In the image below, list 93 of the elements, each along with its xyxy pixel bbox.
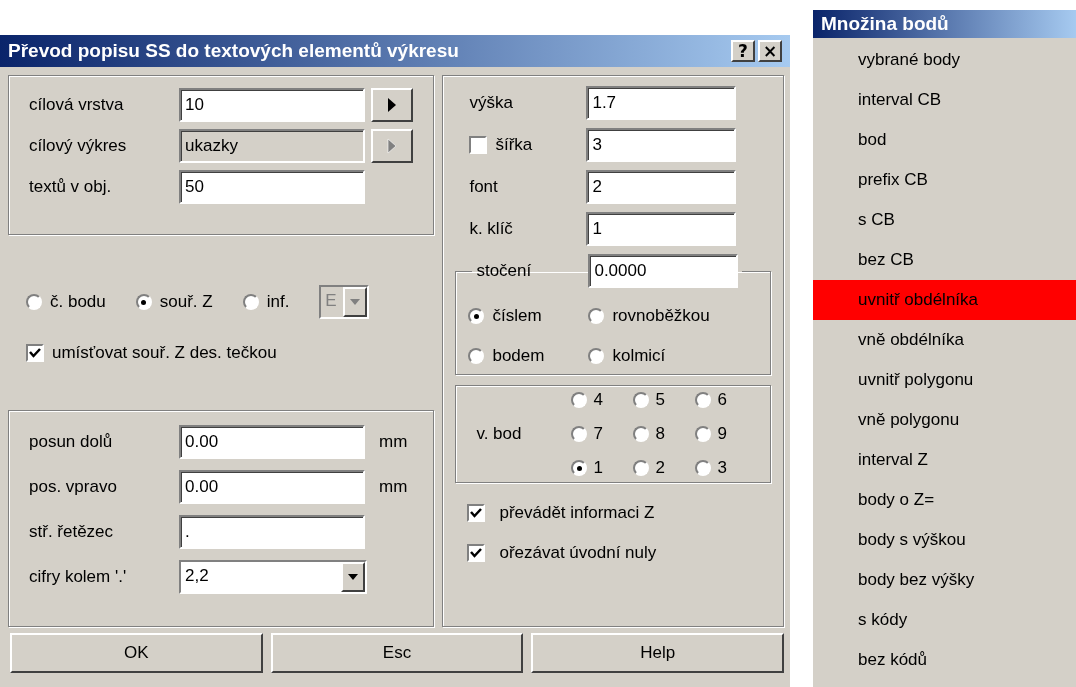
menu-item[interactable]: uvnitř obdélníka (813, 280, 1076, 320)
menu-item[interactable]: body s výškou (813, 520, 1076, 560)
checkbox-label: převádět informaci Z (499, 503, 655, 523)
group-label: v. bod (476, 424, 522, 444)
field-label: cílový výkres (29, 136, 128, 156)
menu-item[interactable]: vně obdélníka (813, 320, 1076, 360)
radio-label: 8 (655, 424, 665, 444)
browse-button[interactable] (371, 88, 413, 122)
close-button[interactable]: × (758, 40, 782, 62)
radio-button[interactable] (588, 348, 605, 364)
radio-label: 1 (593, 458, 603, 478)
field-label: cílová vrstva (29, 95, 125, 115)
field-label: textů v obj. (29, 177, 113, 197)
field-label: font (469, 177, 499, 197)
radio-label: bodem (492, 346, 545, 366)
radio-label: 2 (655, 458, 665, 478)
radio-button[interactable] (695, 460, 712, 476)
help-button[interactable]: ? (731, 40, 755, 62)
input-field[interactable]: 50 (179, 170, 365, 204)
menu-item[interactable]: vně polygonu (813, 400, 1076, 440)
arrow-icon (387, 138, 397, 154)
input-field[interactable]: . (179, 515, 365, 549)
radio-button[interactable] (633, 426, 650, 442)
menu-item[interactable]: prefix CB (813, 160, 1076, 200)
radio-label: 5 (655, 390, 665, 410)
field-label: výška (469, 93, 514, 113)
group-label: stočení (476, 261, 533, 281)
menu-item[interactable]: bez CB (813, 240, 1076, 280)
input-field[interactable]: 10 (179, 88, 365, 122)
radio-button[interactable] (633, 460, 650, 476)
dialog-button[interactable]: OK (10, 633, 263, 673)
input-field[interactable]: 2 (586, 170, 737, 204)
checkbox[interactable] (467, 504, 486, 522)
dialog-button[interactable]: Help (531, 633, 784, 673)
dropdown[interactable]: 2,2 (179, 560, 367, 594)
menu-item[interactable]: bod (813, 120, 1076, 160)
unit-label: mm (379, 432, 408, 452)
input-field[interactable]: 0.00 (179, 470, 365, 504)
menu-item[interactable]: body o Z= (813, 480, 1076, 520)
caret-icon (350, 299, 361, 305)
radio-label: 9 (717, 424, 727, 444)
radio-label: 3 (717, 458, 727, 478)
radio-label: 4 (593, 390, 603, 410)
radio-button[interactable] (242, 294, 259, 310)
input-field[interactable]: 3 (586, 128, 737, 162)
field-label: pos. vpravo (29, 477, 118, 497)
menu-item[interactable]: vybrané body (813, 40, 1076, 80)
window-title: Převod popisu SS do textových elementů výkresu (8, 40, 460, 62)
input-field[interactable]: 1.7 (586, 86, 737, 120)
dialog-button[interactable]: Esc (270, 633, 524, 673)
radio-button[interactable] (695, 426, 712, 442)
radio-label: rovnoběžkou (612, 306, 710, 326)
menu-item[interactable]: s kódy (813, 600, 1076, 640)
field-label: k. klíč (469, 219, 514, 239)
radio-button[interactable] (571, 392, 588, 408)
menu-item[interactable]: interval CB (813, 80, 1076, 120)
radio-label: kolmicí (612, 346, 666, 366)
radio-button[interactable] (135, 294, 152, 310)
field-label: posun dolů (29, 432, 114, 452)
field-label: stř. řetězec (29, 522, 115, 542)
checkbox[interactable] (469, 136, 488, 154)
radio-button[interactable] (588, 308, 605, 324)
radio-label: číslem (492, 306, 542, 326)
caret-icon (348, 574, 358, 580)
radio-button[interactable] (571, 460, 588, 476)
input-field[interactable]: 0.00 (179, 425, 365, 459)
checkbox[interactable] (467, 544, 486, 562)
radio-label: inf. (266, 292, 290, 312)
menu-item[interactable]: s CB (813, 200, 1076, 240)
input-field[interactable]: 0.0000 (588, 254, 739, 288)
checkbox-label: umísťovat souř. Z des. tečkou (52, 343, 277, 363)
menu-title: Množina bodů (813, 10, 1076, 38)
arrow-icon (387, 97, 397, 113)
field-label: cifry kolem '.' (29, 567, 128, 587)
checkbox-label: ořezávat úvodní nuly (499, 543, 657, 563)
menu-item[interactable]: interval Z (813, 440, 1076, 480)
input-field[interactable]: 1 (586, 212, 737, 246)
menu-item[interactable]: uvnitř polygonu (813, 360, 1076, 400)
menu-item[interactable]: body bez výšky (813, 560, 1076, 600)
radio-label: 7 (593, 424, 603, 444)
checkbox[interactable] (26, 344, 44, 362)
radio-label: č. bodu (50, 292, 106, 312)
radio-button[interactable] (695, 392, 712, 408)
radio-button[interactable] (571, 426, 588, 442)
radio-button[interactable] (468, 348, 485, 364)
checkbox-label: šířka (495, 135, 533, 155)
radio-button[interactable] (633, 392, 650, 408)
menu-item[interactable]: bez kódů (813, 640, 1076, 680)
radio-label: 6 (717, 390, 727, 410)
radio-label: souř. Z (159, 292, 213, 312)
radio-button[interactable] (26, 294, 42, 310)
unit-label: mm (379, 477, 408, 497)
radio-button[interactable] (468, 308, 485, 324)
